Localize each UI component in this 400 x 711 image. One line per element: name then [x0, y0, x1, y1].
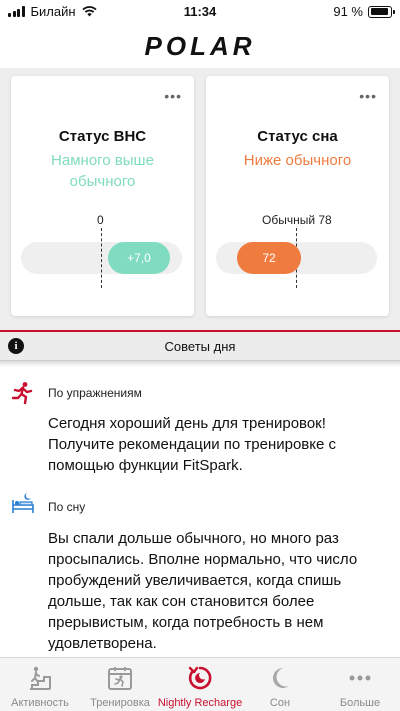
- tab-label: Тренировка: [90, 697, 150, 709]
- tip-category: По сну: [48, 500, 86, 514]
- tip-text: Сегодня хороший день для тренировок! Пол…: [48, 415, 337, 474]
- moon-icon: [269, 664, 291, 692]
- status-bar: Билайн 11:34 91 %: [0, 0, 400, 24]
- activity-icon: [28, 664, 52, 692]
- card-title: Статус сна: [257, 128, 338, 145]
- more-icon: [348, 664, 372, 692]
- tip-category: По упражнениям: [48, 386, 142, 400]
- bed-icon: [12, 493, 34, 513]
- tab-more[interactable]: Больше: [320, 658, 400, 711]
- value-pill: 72: [237, 242, 301, 274]
- bottom-tab-bar: Активность Тренировка Nightly Recharge С…: [0, 657, 400, 711]
- battery-percent: 91 %: [333, 4, 363, 19]
- tips-title: Советы дня: [164, 339, 236, 354]
- baseline-label: 0: [97, 213, 104, 227]
- hrv-status-card[interactable]: ••• Статус ВНС Намного выше обычного 0 +…: [11, 76, 194, 316]
- card-status: Ниже обычного: [243, 152, 352, 169]
- tab-nightly-recharge[interactable]: Nightly Recharge: [157, 658, 243, 711]
- baseline-label: Обычный 78: [262, 213, 332, 227]
- battery-icon: [368, 5, 395, 18]
- status-cards: ••• Статус ВНС Намного выше обычного 0 +…: [0, 68, 400, 330]
- tab-sleep[interactable]: Сон: [240, 658, 320, 711]
- tab-training[interactable]: Тренировка: [80, 658, 160, 711]
- card-title: Статус ВНС: [58, 128, 147, 145]
- baseline-marker: [101, 228, 102, 288]
- tab-label: Nightly Recharge: [157, 697, 243, 709]
- status-right: 91 %: [333, 4, 395, 19]
- polar-logo: POLAR: [144, 30, 256, 61]
- battery-fill: [370, 8, 388, 15]
- tab-label: Сон: [269, 697, 291, 709]
- more-options-icon[interactable]: •••: [164, 89, 182, 103]
- recharge-icon: [186, 664, 214, 692]
- tip-text: Вы спали дольше обычного, но много раз п…: [48, 530, 358, 652]
- running-icon: [11, 382, 33, 405]
- more-options-icon[interactable]: •••: [359, 89, 377, 103]
- sleep-status-card[interactable]: ••• Статус сна Ниже обычного Обычный 78 …: [206, 76, 389, 316]
- tab-label: Больше: [339, 697, 381, 709]
- tab-activity[interactable]: Активность: [0, 658, 80, 711]
- card-status: Намного выше обычного: [51, 152, 154, 190]
- header-shadow: [0, 361, 400, 367]
- value-pill: +7,0: [108, 242, 170, 274]
- tips-header: i Советы дня: [0, 332, 400, 361]
- app-header: POLAR: [0, 24, 400, 68]
- tab-label: Активность: [11, 697, 69, 709]
- training-icon: [107, 664, 133, 692]
